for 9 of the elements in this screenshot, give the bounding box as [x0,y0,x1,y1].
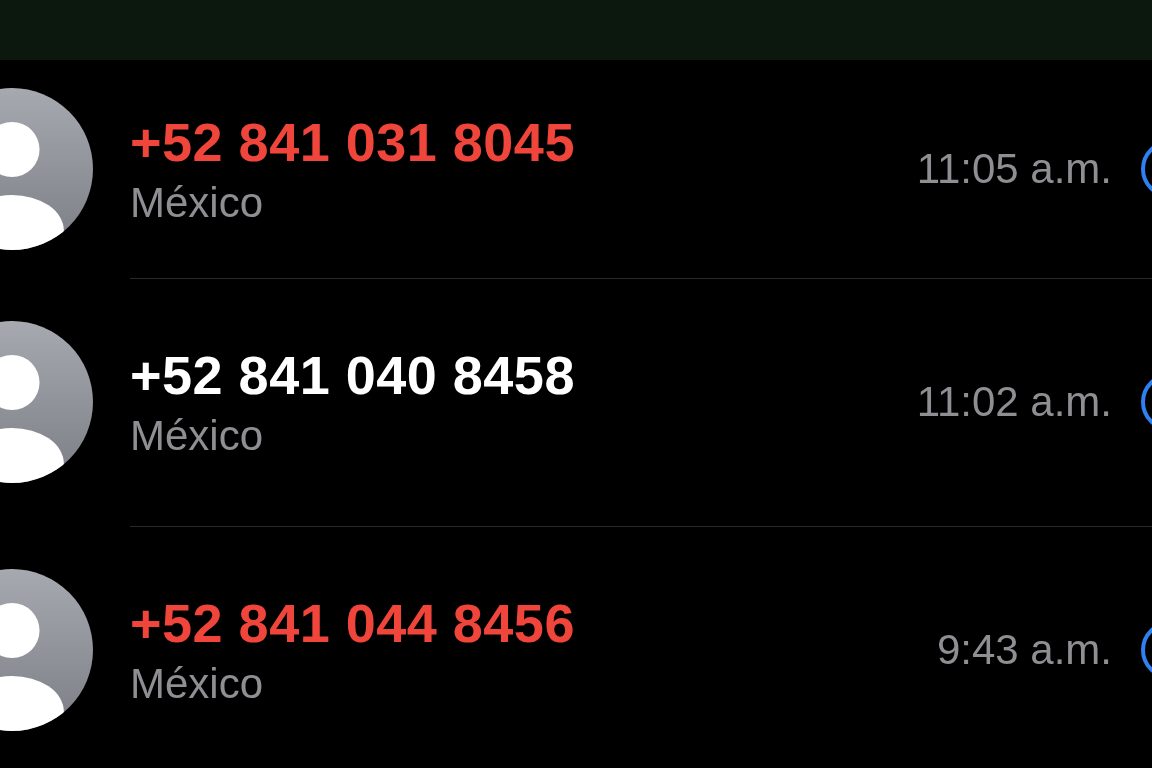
call-time: 11:05 a.m. [916,144,1112,193]
phone-number: +52 841 044 8456 [130,592,576,654]
phone-number: +52 841 031 8045 [130,110,576,173]
call-location: México [130,411,265,460]
call-time: 9:43 a.m. [936,626,1112,674]
call-time: 11:02 a.m. [916,377,1112,426]
call-location: México [130,178,265,227]
call-location: México [130,660,265,708]
phone-number: +52 841 040 8458 [130,343,576,406]
